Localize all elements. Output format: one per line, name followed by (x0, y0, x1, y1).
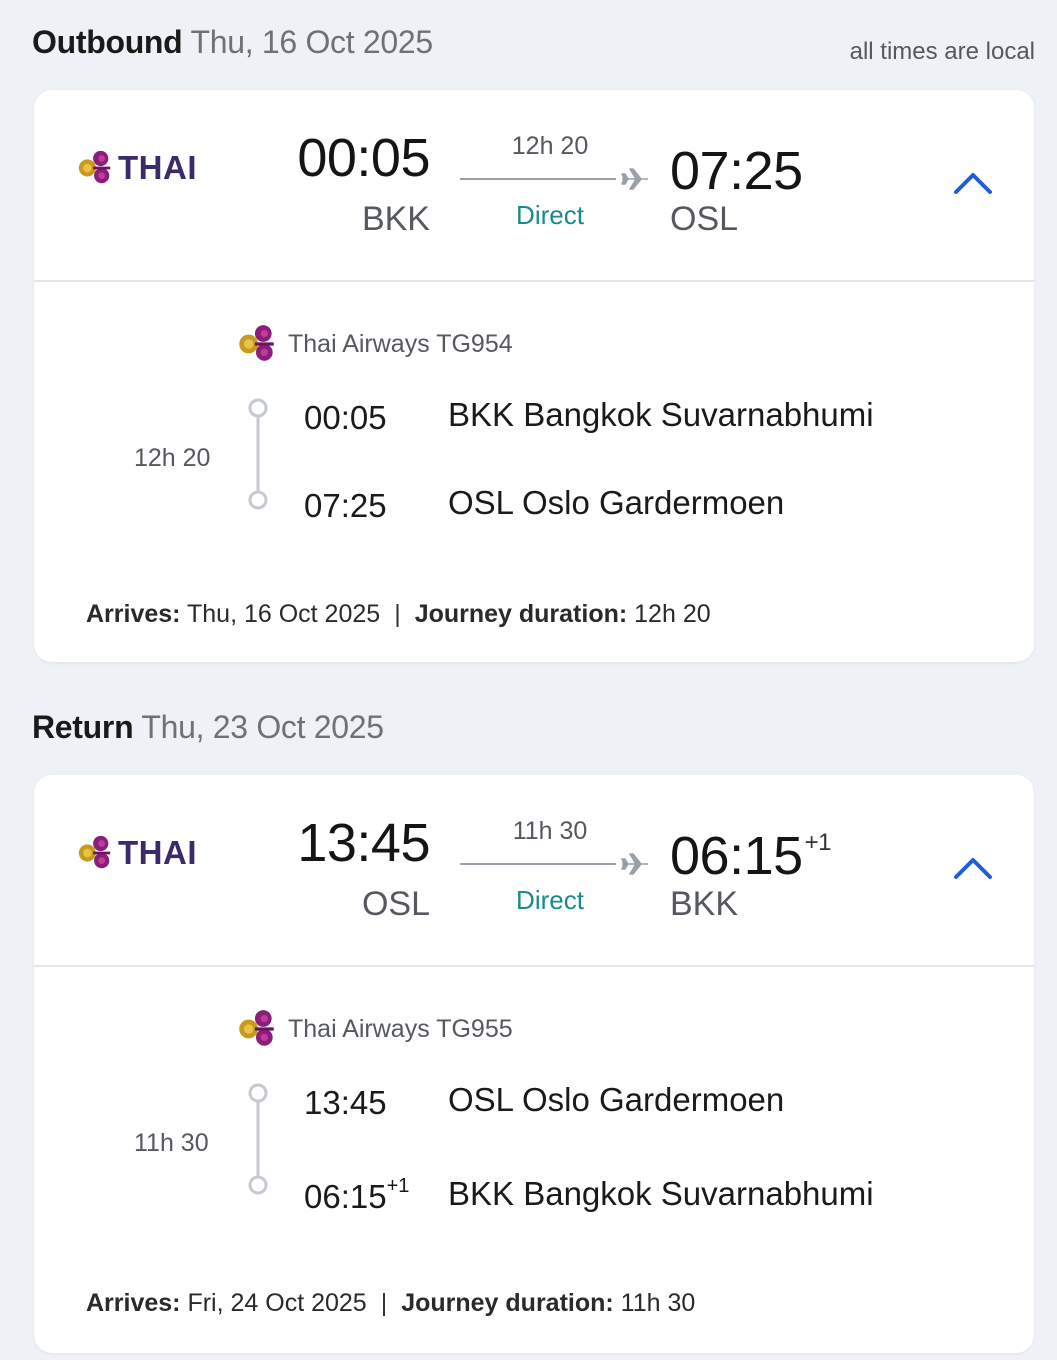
airline-row: Thai Airways TG955 (234, 1007, 513, 1051)
brand-text: THAI (118, 834, 197, 871)
arrival-airport-code: BKK (670, 885, 739, 923)
leg-date: Thu, 23 Oct 2025 (141, 709, 384, 745)
airline-row: Thai Airways TG954 (234, 322, 513, 366)
thai-orchid-logo-icon (234, 1007, 280, 1051)
leg-date: Thu, 16 Oct 2025 (190, 24, 433, 60)
chevron-up-icon[interactable] (952, 168, 994, 196)
arrives-value: Fri, 24 Oct 2025 (187, 1289, 367, 1317)
journey-duration-value: 12h 20 (634, 600, 711, 628)
segment-arrival-time: 06:15+1 (304, 1175, 410, 1215)
segment-departure-time: 13:45 (304, 1084, 387, 1121)
airline-flight-number: Thai Airways TG954 (288, 329, 513, 358)
arrival-day-offset: +1 (804, 829, 832, 856)
flight-summary[interactable]: THAI 00:05 BKK 12h 20 Direct 07:25 OSL (34, 90, 1034, 282)
plane-icon (621, 168, 648, 190)
leg-kind: Return (32, 709, 134, 745)
thai-orchid-logo-icon (74, 833, 116, 873)
stops-label: Direct (516, 200, 584, 230)
chevron-up-icon[interactable] (952, 853, 994, 881)
departure-time: 00:05 (297, 128, 430, 188)
segment-duration: 11h 30 (134, 1129, 209, 1157)
return-flight-card: THAI 13:45 OSL 11h 30 Direct 06:15+1 BKK… (34, 775, 1034, 1353)
airline-brand: THAI (74, 833, 197, 873)
arrival-airport-code: OSL (670, 200, 739, 238)
timeline-icon (248, 398, 268, 510)
journey-duration-label: Journey duration: (414, 600, 628, 628)
brand-text: THAI (118, 149, 197, 186)
segment-arrival-time: 07:25 (304, 487, 387, 524)
arrives-label: Arrives: (86, 600, 181, 628)
departure-time: 13:45 (297, 813, 430, 873)
segment-duration: 12h 20 (134, 444, 211, 472)
segment-departure-airport: BKK Bangkok Suvarnabhumi (448, 396, 874, 433)
airline-brand: THAI (74, 148, 197, 188)
arrival-summary: Arrives: Thu, 16 Oct 2025 | Journey durati… (86, 600, 711, 629)
thai-orchid-logo-icon (74, 148, 116, 188)
flight-duration: 11h 30 (512, 817, 588, 845)
airline-flight-number: Thai Airways TG955 (288, 1014, 513, 1043)
arrival-summary: Arrives: Fri, 24 Oct 2025 | Journey durati… (86, 1289, 695, 1318)
outbound-flight-card: THAI 00:05 BKK 12h 20 Direct 07:25 OSL T… (34, 90, 1034, 662)
local-times-note: all times are local (849, 38, 1035, 65)
return-heading: Return Thu, 23 Oct 2025 (32, 709, 384, 746)
segment-departure-time: 00:05 (304, 399, 387, 436)
flight-duration: 12h 20 (511, 132, 589, 160)
segment-departure-airport: OSL Oslo Gardermoen (448, 1081, 785, 1118)
thai-orchid-logo-icon (234, 322, 280, 366)
arrives-value: Thu, 16 Oct 2025 (187, 600, 381, 628)
stops-label: Direct (516, 885, 584, 915)
flight-summary[interactable]: THAI 13:45 OSL 11h 30 Direct 06:15+1 BKK (34, 775, 1034, 967)
arrival-time: 06:15+1 (670, 826, 832, 886)
route-line (460, 863, 616, 865)
departure-airport-code: OSL (361, 885, 430, 923)
timeline-icon (248, 1083, 268, 1195)
departure-airport-code: BKK (361, 200, 430, 238)
journey-duration-label: Journey duration: (401, 1289, 614, 1317)
separator: | (380, 1289, 388, 1317)
separator: | (394, 600, 401, 628)
segment-arrival-airport: BKK Bangkok Suvarnabhumi (448, 1175, 874, 1212)
outbound-heading: Outbound Thu, 16 Oct 2025 (32, 24, 433, 61)
plane-icon (621, 853, 648, 875)
journey-duration-value: 11h 30 (620, 1289, 696, 1317)
leg-kind: Outbound (32, 24, 183, 60)
arrival-time: 07:25 (670, 141, 803, 201)
arrives-label: Arrives: (86, 1289, 181, 1317)
route-line (460, 178, 616, 180)
segment-arrival-airport: OSL Oslo Gardermoen (448, 484, 785, 521)
